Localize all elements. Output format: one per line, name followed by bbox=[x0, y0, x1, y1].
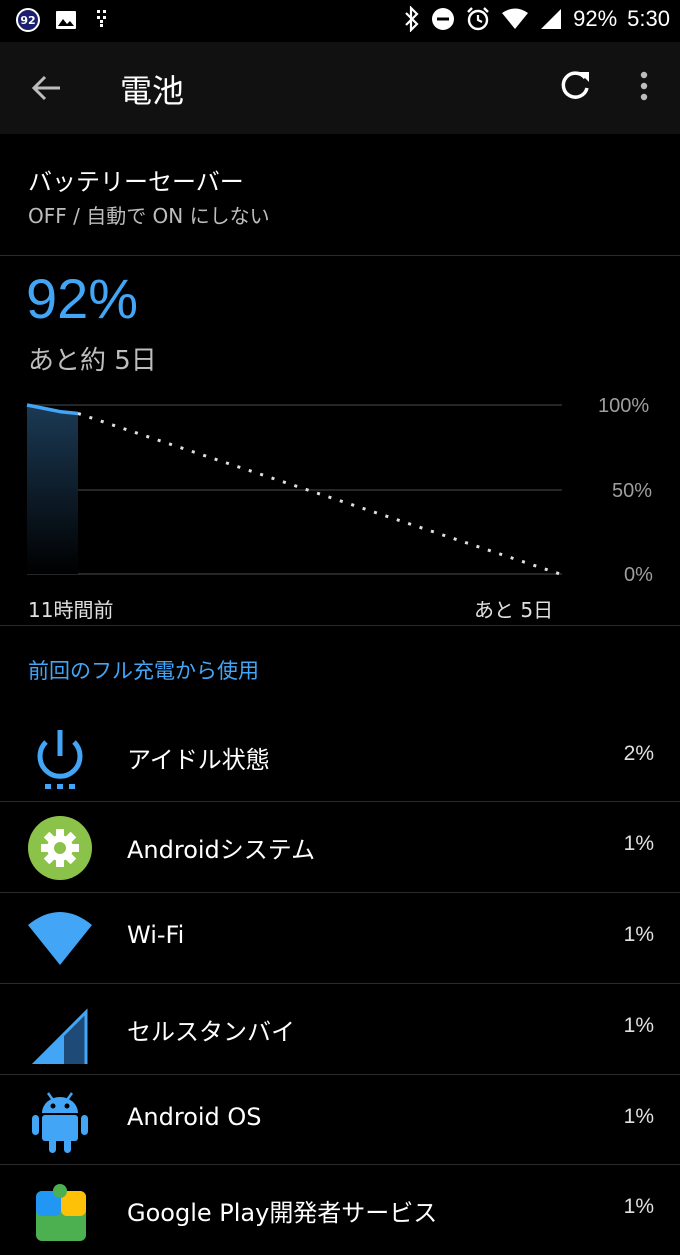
y-tick-label: 100% bbox=[598, 395, 650, 417]
status-bar-right: 92% 5:30 bbox=[403, 6, 670, 32]
status-bar-left: 92 bbox=[16, 8, 114, 32]
power-icon bbox=[37, 730, 83, 789]
usage-item-name: アイドル状態 bbox=[127, 746, 270, 774]
usage-section-header: 前回のフル充電から使用 bbox=[28, 659, 259, 683]
clock-text: 5:30 bbox=[627, 6, 670, 31]
usb-debug-icon bbox=[97, 10, 106, 27]
usage-row-android-system[interactable]: Androidシステム 1% bbox=[0, 802, 680, 892]
y-tick-label: 50% bbox=[612, 480, 653, 502]
usage-item-percent: 1% bbox=[623, 1195, 654, 1218]
usage-item-percent: 1% bbox=[623, 1105, 654, 1128]
battery-percent-text: 92% bbox=[573, 6, 618, 31]
usage-item-name: セルスタンバイ bbox=[127, 1018, 295, 1046]
notification-badge-icon: 92 bbox=[16, 8, 40, 32]
wifi-icon bbox=[502, 8, 529, 29]
battery-remaining: あと約 5日 bbox=[28, 346, 157, 376]
usage-row-android-os[interactable]: Android OS 1% bbox=[0, 1075, 680, 1165]
back-arrow-icon[interactable] bbox=[26, 68, 66, 108]
usage-item-name: Google Play開発者サービス bbox=[127, 1199, 438, 1227]
usage-item-percent: 2% bbox=[623, 742, 654, 765]
battery-history-chart[interactable] bbox=[0, 380, 680, 630]
usage-row-idle[interactable]: アイドル状態 2% bbox=[0, 712, 680, 802]
battery-level: 92% bbox=[26, 267, 139, 330]
cell-signal-icon bbox=[31, 1008, 88, 1064]
settings-gear-icon bbox=[28, 816, 92, 880]
alarm-icon bbox=[467, 7, 489, 31]
battery-saver-title: バッテリーセーバー bbox=[28, 168, 244, 196]
android-icon bbox=[32, 1092, 88, 1153]
y-tick-label: 0% bbox=[624, 564, 653, 586]
more-vert-icon[interactable] bbox=[628, 66, 660, 106]
page-title: 電池 bbox=[120, 72, 185, 110]
refresh-icon[interactable] bbox=[555, 66, 595, 106]
usage-item-percent: 1% bbox=[623, 832, 654, 855]
bluetooth-icon bbox=[405, 6, 419, 32]
divider bbox=[0, 255, 680, 256]
projection-line bbox=[77, 412, 561, 576]
divider bbox=[0, 625, 680, 626]
x-label-end: あと 5日 bbox=[474, 598, 554, 622]
usage-item-name: Android OS bbox=[127, 1103, 262, 1131]
usage-item-name: Androidシステム bbox=[127, 836, 316, 864]
usage-item-percent: 1% bbox=[623, 1014, 654, 1037]
app-bar: 電池 bbox=[0, 42, 680, 134]
play-services-icon bbox=[36, 1184, 86, 1241]
signal-icon bbox=[541, 9, 562, 29]
image-icon bbox=[56, 11, 76, 29]
history-area bbox=[27, 405, 78, 574]
do-not-disturb-icon bbox=[432, 8, 455, 30]
x-label-start: 11時間前 bbox=[28, 598, 114, 622]
battery-saver-status: OFF / 自動で ON にしない bbox=[28, 204, 270, 228]
status-bar: 92 92% 5:30 bbox=[0, 0, 680, 42]
usage-item-percent: 1% bbox=[623, 923, 654, 946]
wifi-icon bbox=[28, 912, 92, 965]
usage-item-name: Wi-Fi bbox=[127, 921, 185, 949]
usage-row-wifi[interactable]: Wi-Fi 1% bbox=[0, 893, 680, 983]
usage-row-play-services[interactable]: Google Play開発者サービス 1% bbox=[0, 1165, 680, 1255]
battery-saver-setting[interactable]: バッテリーセーバー OFF / 自動で ON にしない bbox=[0, 134, 680, 254]
usage-row-cell-standby[interactable]: セルスタンバイ 1% bbox=[0, 984, 680, 1074]
